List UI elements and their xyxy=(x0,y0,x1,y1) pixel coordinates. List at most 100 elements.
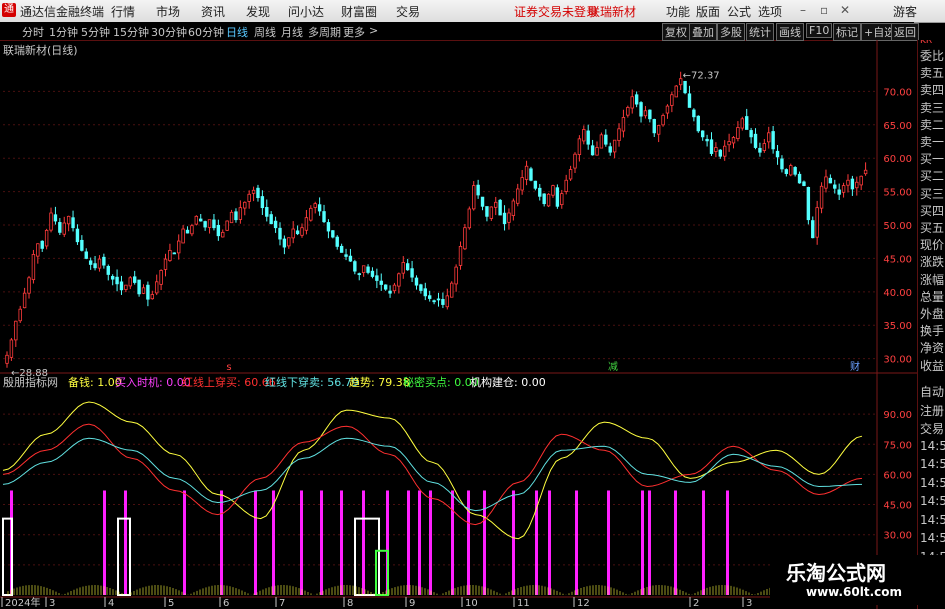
candle-body xyxy=(14,320,18,341)
stats-button[interactable]: 统计 xyxy=(746,23,774,41)
candle-body xyxy=(454,266,458,285)
candle-body xyxy=(582,129,586,142)
menu-function[interactable]: 功能 xyxy=(666,3,690,20)
menu-wealth[interactable]: 财富圈 xyxy=(341,3,377,20)
period-tab-30min[interactable]: 30分钟 xyxy=(151,24,187,40)
candle-body xyxy=(458,245,463,266)
signal-bar xyxy=(407,490,410,595)
menu-ask[interactable]: 问小达 xyxy=(288,3,324,20)
candle-body xyxy=(731,137,736,144)
indicator-tick-label: 90.00 xyxy=(883,410,912,421)
candle-body xyxy=(815,207,819,238)
period-tab-weekly[interactable]: 周线 xyxy=(254,24,276,40)
candle-body xyxy=(243,201,247,209)
candle-body xyxy=(502,212,507,225)
menu-discover[interactable]: 发现 xyxy=(246,3,270,20)
candle-body xyxy=(207,219,212,228)
candle-body xyxy=(199,218,203,222)
restore-icon[interactable]: ▫ xyxy=(820,3,828,17)
candle-body xyxy=(97,258,102,269)
indicator-name: 殷朋指标网 xyxy=(3,376,58,389)
signal-bar xyxy=(726,490,729,595)
candle-body xyxy=(542,193,546,205)
candle-body xyxy=(273,220,278,229)
mark-button[interactable]: 标记 xyxy=(833,23,861,41)
period-tab-1min[interactable]: 1分钟 xyxy=(49,24,78,40)
draw-line-button[interactable]: 画线 xyxy=(776,23,804,41)
chevron-right-icon[interactable]: > xyxy=(369,24,378,37)
f10-button[interactable]: F10 xyxy=(806,23,833,38)
price-chart[interactable]: 70.00 65.00 60.00 55.00 50.00 45.00 40.00 35.00… xyxy=(0,40,917,609)
period-tab-5min[interactable]: 5分钟 xyxy=(81,24,110,40)
candle-body xyxy=(432,300,436,303)
candle-body xyxy=(538,187,542,197)
user-label[interactable]: 游客 xyxy=(893,3,917,20)
period-tab-more[interactable]: 更多 xyxy=(343,24,365,40)
candle-body xyxy=(762,143,767,151)
candle-body xyxy=(674,85,678,98)
close-icon[interactable]: ✕ xyxy=(840,3,850,17)
menu-market[interactable]: 行情 xyxy=(111,3,135,20)
candle-body xyxy=(137,279,141,295)
signal-bar xyxy=(575,490,578,595)
menu-trade[interactable]: 交易 xyxy=(396,3,420,20)
menu-news[interactable]: 资讯 xyxy=(201,3,225,20)
candle-body xyxy=(423,288,427,297)
period-tab-15min[interactable]: 15分钟 xyxy=(113,24,149,40)
menu-options[interactable]: 选项 xyxy=(758,3,782,20)
candle-body xyxy=(22,292,27,309)
candle-body xyxy=(124,284,128,290)
indicator-field-trend: 趋势: 79.38 xyxy=(349,376,410,389)
multi-stock-button[interactable]: 多股 xyxy=(717,23,745,41)
candle-body xyxy=(221,231,225,238)
candle-body xyxy=(841,185,846,193)
menu-formula[interactable]: 公式 xyxy=(727,3,751,20)
candle-body xyxy=(414,277,419,286)
menu-markets[interactable]: 市场 xyxy=(156,3,180,20)
candle-body xyxy=(806,187,811,221)
signal-bar xyxy=(340,490,343,595)
candle-body xyxy=(397,273,401,287)
period-tab-60min[interactable]: 60分钟 xyxy=(188,24,224,40)
signal-bar xyxy=(548,490,551,595)
side-panel-time: 14:56 xyxy=(920,494,945,508)
candle-body xyxy=(709,139,714,154)
period-tab-multi[interactable]: 多周期 xyxy=(308,24,341,40)
candle-body xyxy=(652,119,656,134)
side-panel-time: 14:56 xyxy=(920,512,945,527)
candle-body xyxy=(678,78,683,86)
adjust-button[interactable]: 复权 xyxy=(662,23,690,41)
candle-body xyxy=(256,187,260,199)
indicator-field-buy-timing: 买入时机: 0.00 xyxy=(115,376,191,389)
indicator-tick-label: 30.00 xyxy=(883,531,912,542)
candle-body xyxy=(427,295,432,299)
signal-bar xyxy=(362,490,365,595)
side-panel-time: 14:56 xyxy=(920,531,945,545)
candle-body xyxy=(18,308,22,322)
date-label: 7 xyxy=(279,598,285,609)
back-button[interactable]: 返回 xyxy=(891,23,919,41)
minimize-icon[interactable]: – xyxy=(800,3,806,17)
candle-body xyxy=(789,165,793,176)
candle-body xyxy=(379,280,383,285)
candle-body xyxy=(727,141,731,146)
candle-body xyxy=(110,276,115,280)
login-notice[interactable]: 证券交易未登录 xyxy=(514,3,598,20)
candle-body xyxy=(441,299,445,305)
candle-body xyxy=(168,250,172,261)
side-panel-label: 买三 xyxy=(920,186,945,201)
signal-bar xyxy=(648,490,651,595)
candle-body xyxy=(621,117,626,132)
signal-bar xyxy=(467,490,470,595)
menu-layout[interactable]: 版面 xyxy=(696,3,720,20)
candle-body xyxy=(181,228,185,244)
period-tab-intraday[interactable]: 分时 xyxy=(22,24,44,40)
candle-body xyxy=(665,105,670,114)
overlay-button[interactable]: 叠加 xyxy=(689,23,717,41)
candle-body xyxy=(212,219,216,229)
candle-body xyxy=(586,130,590,145)
period-tab-monthly[interactable]: 月线 xyxy=(281,24,303,40)
kr-label: KR xyxy=(920,40,933,46)
menu-stock-name: 联瑞新材 xyxy=(588,5,637,19)
period-tab-daily[interactable]: 日线 xyxy=(226,24,248,40)
